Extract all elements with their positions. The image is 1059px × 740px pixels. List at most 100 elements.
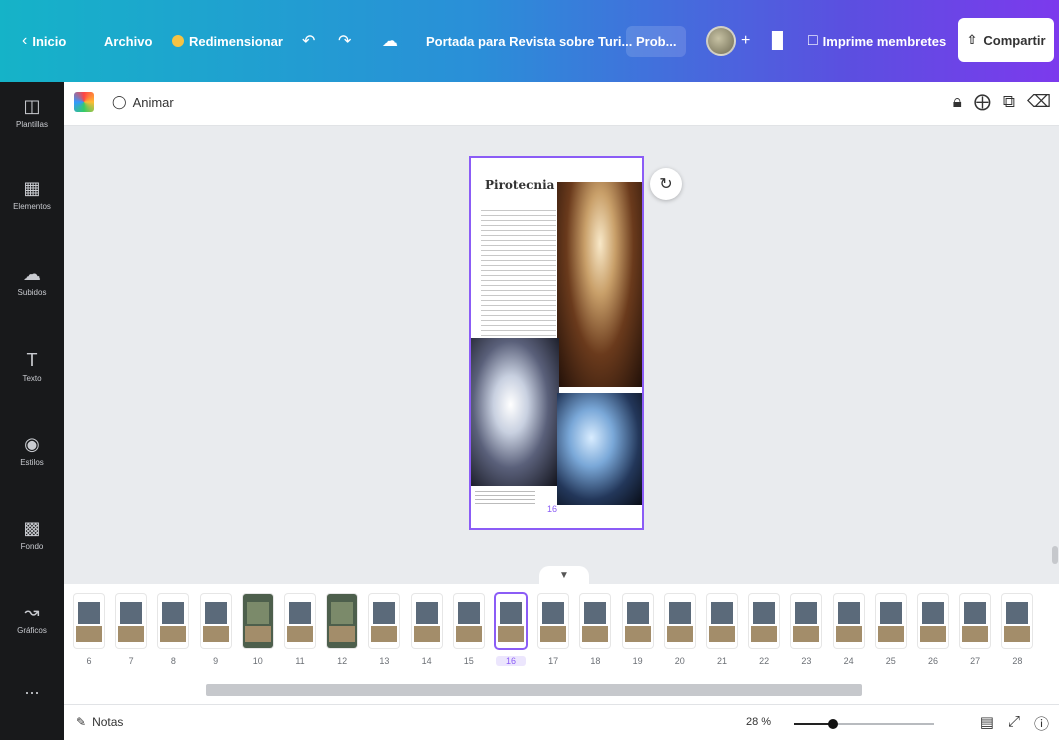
thumbnail-image	[964, 602, 987, 624]
lock-icon[interactable]: 🔒︎	[953, 92, 962, 112]
page-thumbnail-number: 7	[128, 656, 134, 666]
page-thumbnail[interactable]	[74, 594, 104, 648]
page-thumbnail-number: 18	[590, 656, 601, 666]
notes-button[interactable]: ✎ Notas	[76, 715, 123, 729]
vertical-scrollbar[interactable]	[1052, 126, 1058, 566]
page-thumbnail[interactable]	[707, 594, 737, 648]
page-thumbnail-number: 8	[170, 656, 176, 666]
saved-status[interactable]: ☁	[382, 0, 398, 82]
page-thumbnail[interactable]	[327, 594, 358, 648]
page-thumbnail[interactable]	[960, 594, 991, 648]
home-link[interactable]: ‹ Inicio	[22, 0, 66, 82]
document-title[interactable]: Portada para Revista sobre Turi...	[426, 0, 632, 82]
thumbnail-image	[668, 602, 691, 624]
horizontal-scrollbar[interactable]	[72, 682, 1052, 696]
zoom-knob[interactable]	[828, 719, 838, 729]
page-thumbnail[interactable]	[158, 594, 189, 648]
page-thumbnail[interactable]	[875, 594, 906, 648]
resize-button[interactable]: Redimensionar	[172, 0, 283, 82]
thumbnail-image	[76, 626, 102, 642]
thumbnail-image	[455, 626, 482, 642]
text-icon: T	[26, 350, 38, 370]
file-label: Archivo	[104, 33, 153, 49]
page-thumbnail[interactable]	[242, 594, 273, 648]
page-thumbnail[interactable]	[918, 594, 948, 648]
page-thumbnail[interactable]	[116, 594, 147, 648]
page-thumbnail[interactable]	[833, 594, 864, 648]
page-thumbnail[interactable]	[453, 594, 484, 648]
page-thumbnail-number: 14	[421, 656, 432, 666]
sidebar-item-elements[interactable]: ▦ Elementos	[0, 178, 64, 238]
page-thumbnail[interactable]	[200, 594, 231, 648]
redo-icon: ↷	[338, 33, 352, 50]
page-thumbnail[interactable]	[411, 594, 442, 648]
page-number[interactable]: 16	[547, 504, 557, 514]
animate-button[interactable]: ◯ Animar	[112, 94, 174, 110]
church-photo[interactable]	[471, 338, 559, 486]
sidebar-item-text[interactable]: T Texto	[0, 350, 64, 410]
page-view-icon[interactable]: ▤	[980, 713, 994, 734]
page-thumbnail[interactable]	[1002, 594, 1033, 648]
file-menu[interactable]: Archivo	[104, 0, 152, 82]
print-button[interactable]: □ Imprime membretes	[808, 0, 946, 82]
plus-icon[interactable]: +	[741, 32, 750, 50]
page-thumbnail[interactable]	[664, 594, 695, 648]
collapse-pages-button[interactable]: ▼	[539, 566, 589, 584]
sidebar-item-templates[interactable]: ◫ Plantillas	[0, 96, 64, 156]
page-thumbnail[interactable]	[622, 594, 653, 648]
zoom-slider[interactable]	[794, 719, 934, 729]
page-thumbnail-number: 6	[86, 656, 92, 666]
redo-button[interactable]: ↷	[338, 0, 351, 82]
trash-icon[interactable]: ⌫	[1027, 92, 1051, 112]
photo-caption[interactable]	[475, 491, 535, 505]
undo-icon: ↶	[302, 33, 316, 50]
body-text-block[interactable]	[481, 210, 556, 338]
thumbnail-image	[626, 602, 649, 624]
page-heading[interactable]: Pirotecnia	[485, 178, 554, 192]
more-icon: ...	[24, 678, 40, 698]
night-fireworks-photo[interactable]	[557, 393, 642, 505]
sidebar-item-styles[interactable]: ◉ Estilos	[0, 434, 64, 494]
thumbnail-image	[877, 626, 904, 642]
page-thumbnail[interactable]	[538, 594, 569, 648]
page-thumbnail[interactable]	[496, 594, 526, 648]
design-page[interactable]: Pirotecnia 16	[469, 156, 644, 530]
vertical-scrollbar-thumb[interactable]	[1052, 546, 1058, 564]
animate-icon: ◯	[112, 94, 127, 109]
sidebar-item-charts[interactable]: ↝ Gráficos	[0, 602, 64, 662]
duplicate-icon[interactable]: ⧉	[1003, 92, 1015, 112]
page-thumbnail[interactable]	[369, 594, 400, 648]
collaborator-area[interactable]: +	[706, 0, 750, 82]
thumbnail-image	[922, 602, 944, 624]
analytics-button[interactable]: ▉	[772, 0, 784, 82]
sidebar-item-more[interactable]: ...	[0, 678, 64, 738]
thumbnail-image	[584, 602, 607, 624]
page-thumbnail[interactable]	[791, 594, 822, 648]
thumbnail-image	[835, 626, 862, 642]
sidebar-item-background[interactable]: ▩ Fondo	[0, 518, 64, 578]
chart-icon: ↝	[24, 602, 40, 622]
undo-button[interactable]: ↶	[302, 0, 315, 82]
share-button[interactable]: ⇧ Compartir	[958, 18, 1054, 62]
page-thumbnail[interactable]	[580, 594, 611, 648]
add-page-icon[interactable]: ⨁	[974, 92, 991, 112]
avatar[interactable]	[706, 26, 736, 56]
page-thumbnail[interactable]	[285, 594, 315, 648]
thumbnail-image	[120, 602, 143, 624]
trial-button[interactable]: Prob...	[626, 0, 687, 82]
thumbnail-image	[624, 626, 651, 642]
fireworks-photo[interactable]	[557, 182, 642, 387]
thumbnail-image	[1006, 602, 1029, 624]
page-thumbnail[interactable]	[749, 594, 780, 648]
horizontal-scrollbar-thumb[interactable]	[206, 684, 862, 696]
rotate-button[interactable]: ↻	[650, 168, 682, 200]
fullscreen-icon[interactable]: ⤢	[1008, 713, 1020, 734]
animate-label: Animar	[132, 94, 174, 110]
thumbnail-image	[415, 602, 438, 624]
color-picker-icon[interactable]	[74, 92, 94, 112]
sidebar-item-uploads[interactable]: ☁ Subidos	[0, 264, 64, 324]
help-icon[interactable]: ⓘ	[1034, 713, 1049, 734]
thumbnail-image	[202, 626, 229, 642]
zoom-value[interactable]: 28 %	[746, 716, 771, 728]
home-label: Inicio	[32, 33, 67, 49]
